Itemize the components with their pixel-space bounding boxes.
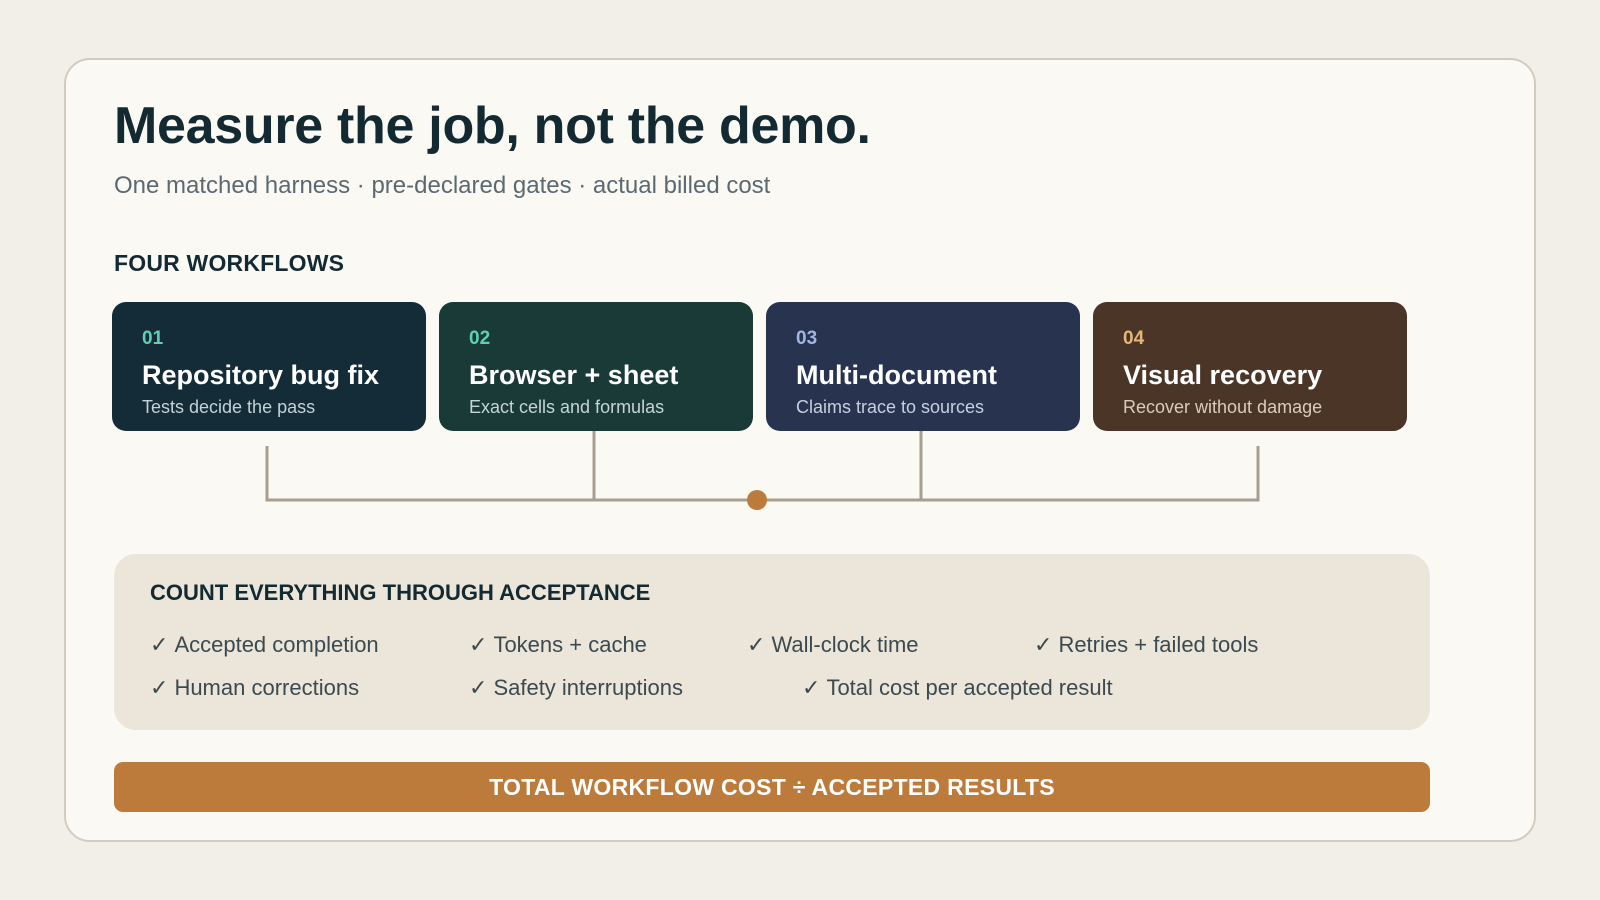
workflow-connector-diagram [265, 431, 1260, 510]
metric-tokens-cache: ✓ Tokens + cache [469, 632, 647, 658]
check-icon: ✓ [150, 675, 169, 700]
metric-label: Accepted completion [174, 632, 379, 657]
metric-total-cost-per-accepted-result: ✓ Total cost per accepted result [802, 675, 1113, 701]
check-icon: ✓ [1034, 632, 1053, 657]
metrics-panel: COUNT EVERYTHING THROUGH ACCEPTANCE ✓ Acc… [114, 554, 1430, 730]
metric-label: Total cost per accepted result [826, 675, 1113, 700]
cost-formula-bar: TOTAL WORKFLOW COST ÷ ACCEPTED RESULTS [114, 762, 1430, 812]
metric-label: Safety interruptions [493, 675, 683, 700]
metric-retries-failed-tools: ✓ Retries + failed tools [1034, 632, 1258, 658]
metric-label: Human corrections [174, 675, 360, 700]
metric-label: Retries + failed tools [1058, 632, 1259, 657]
metric-human-corrections: ✓ Human corrections [150, 675, 359, 701]
metric-safety-interruptions: ✓ Safety interruptions [469, 675, 683, 701]
check-icon: ✓ [150, 632, 169, 657]
check-icon: ✓ [469, 675, 488, 700]
check-icon: ✓ [469, 632, 488, 657]
main-card: Measure the job, not the demo. One match… [64, 58, 1536, 842]
metric-label: Wall-clock time [771, 632, 919, 657]
metric-wall-clock-time: ✓ Wall-clock time [747, 632, 919, 658]
metric-accepted-completion: ✓ Accepted completion [150, 632, 379, 658]
check-icon: ✓ [747, 632, 766, 657]
metric-label: Tokens + cache [493, 632, 647, 657]
check-icon: ✓ [802, 675, 821, 700]
metrics-heading: COUNT EVERYTHING THROUGH ACCEPTANCE [150, 580, 651, 605]
connector-hub-dot [747, 490, 767, 510]
